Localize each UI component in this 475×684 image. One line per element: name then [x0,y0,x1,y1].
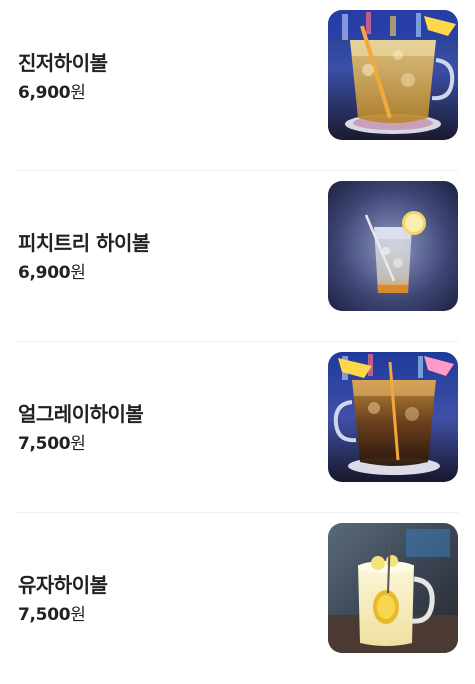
menu-item-yuzu-highball[interactable]: 유자하이볼 7,500원 [0,513,475,684]
menu-item-price: 7,500원 [18,433,308,455]
menu-item-price: 6,900원 [18,262,308,284]
menu-item-image[interactable] [328,352,458,482]
menu-item-info: 피치트리 하이볼 6,900원 [18,171,308,342]
price-number: 7,500 [18,433,71,454]
menu-item-image[interactable] [328,181,458,311]
earl-grey-highball-photo [328,352,458,482]
menu-item-info: 얼그레이하이볼 7,500원 [18,342,308,513]
menu-item-info: 진저하이볼 6,900원 [18,0,308,171]
price-unit: 원 [70,82,86,103]
menu-item-name: 진저하이볼 [18,50,108,75]
menu-item-name: 얼그레이하이볼 [18,401,144,426]
menu-item-name: 피치트리 하이볼 [18,230,150,255]
ginger-highball-photo [328,10,458,140]
price-number: 6,900 [18,262,71,283]
price-unit: 원 [70,262,86,283]
yuzu-highball-photo [328,523,458,653]
peach-tree-highball-photo [328,181,458,311]
menu-list: 진저하이볼 6,900원 피치트리 하이볼 6,900원 얼그레이하이볼 7,5… [0,0,475,684]
price-unit: 원 [70,604,86,625]
menu-item-image[interactable] [328,523,458,653]
price-unit: 원 [70,433,86,454]
menu-item-ginger-highball[interactable]: 진저하이볼 6,900원 [0,0,475,171]
menu-item-image[interactable] [328,10,458,140]
price-number: 7,500 [18,604,71,625]
price-number: 6,900 [18,82,71,103]
menu-item-info: 유자하이볼 7,500원 [18,513,308,684]
menu-item-price: 7,500원 [18,604,308,626]
menu-item-peach-tree-highball[interactable]: 피치트리 하이볼 6,900원 [0,171,475,342]
menu-item-price: 6,900원 [18,82,308,104]
menu-item-earl-grey-highball[interactable]: 얼그레이하이볼 7,500원 [0,342,475,513]
menu-item-name: 유자하이볼 [18,572,108,597]
